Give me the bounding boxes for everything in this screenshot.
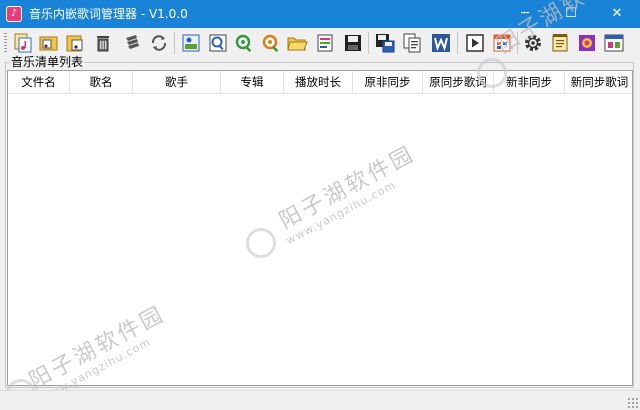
list-header: 文件名 歌名 歌手 专辑 播放时长 原非同步 原同步歌词 新非同步 新同步歌词 <box>8 71 632 94</box>
notes-button[interactable] <box>549 32 571 54</box>
resize-grip-icon[interactable] <box>627 397 638 408</box>
about-button[interactable] <box>603 32 625 54</box>
folder-open-icon <box>287 37 308 51</box>
save-button[interactable] <box>342 32 364 54</box>
window-title: 音乐内嵌歌词管理器 - V1.0.0 <box>29 7 188 21</box>
add-files-button[interactable] <box>12 32 34 54</box>
word-icon <box>432 34 450 52</box>
search-green-icon <box>235 34 252 53</box>
word-export-button[interactable] <box>430 32 452 54</box>
floppy-icon <box>345 35 361 51</box>
music-file-add-icon <box>14 33 32 53</box>
settings-button[interactable] <box>522 32 544 54</box>
music-list-view[interactable]: 文件名 歌名 歌手 专辑 播放时长 原非同步 原同步歌词 新非同步 新同步歌词 <box>7 70 633 386</box>
column-header-duration[interactable]: 播放时长 <box>284 71 353 93</box>
search-green-button[interactable] <box>233 32 255 54</box>
toolbar <box>0 28 640 58</box>
add-folder-button[interactable] <box>38 32 60 54</box>
column-header-album[interactable]: 专辑 <box>221 71 284 93</box>
toolbar-separator <box>174 32 175 54</box>
delete-button[interactable] <box>92 32 114 54</box>
status-bar <box>0 390 640 410</box>
app-music-icon: ♪ <box>6 6 22 22</box>
lyrics-button[interactable] <box>314 32 336 54</box>
toolbar-separator <box>517 32 518 54</box>
image-button[interactable] <box>576 32 598 54</box>
minimize-button[interactable]: ─ <box>502 0 548 28</box>
group-label: 音乐清单列表 <box>10 55 85 69</box>
copy-button[interactable] <box>401 32 423 54</box>
clear-button[interactable] <box>121 32 143 54</box>
trash-icon <box>97 36 109 52</box>
magnifier-icon <box>209 34 227 52</box>
gear-icon <box>525 35 541 51</box>
save-as-button[interactable] <box>374 32 396 54</box>
tag-edit-icon <box>182 34 200 52</box>
close-button[interactable]: ✕ <box>594 0 640 28</box>
sync-icon <box>493 34 511 52</box>
column-header-song[interactable]: 歌名 <box>70 71 133 93</box>
broom-icon <box>126 35 139 49</box>
notepad-icon <box>552 34 568 52</box>
lyrics-doc-icon <box>317 34 333 52</box>
column-header-new-synced[interactable]: 新同步歌词 <box>565 71 632 93</box>
refresh-icon <box>151 35 167 51</box>
import-icon <box>66 35 83 52</box>
about-icon <box>604 34 624 52</box>
import-button[interactable] <box>64 32 86 54</box>
copy-icon <box>403 33 421 53</box>
watermark-logo <box>477 58 507 88</box>
maximize-button[interactable]: ☐ <box>548 0 594 28</box>
image-icon <box>579 35 595 51</box>
sync-button[interactable] <box>491 32 513 54</box>
folder-add-icon <box>39 36 58 51</box>
search-orange-icon <box>262 34 279 53</box>
watermark-logo <box>246 228 276 258</box>
play-icon <box>466 34 484 52</box>
column-header-orig-unsynced[interactable]: 原非同步 <box>353 71 423 93</box>
toolbar-separator <box>368 32 369 54</box>
floppy-multi-icon <box>376 34 395 53</box>
search-orange-button[interactable] <box>260 32 282 54</box>
edit-tags-button[interactable] <box>180 32 202 54</box>
toolbar-separator <box>457 32 458 54</box>
play-button[interactable] <box>464 32 486 54</box>
title-bar: ♪ 音乐内嵌歌词管理器 - V1.0.0 ─ ☐ ✕ <box>0 0 640 28</box>
refresh-button[interactable] <box>148 32 170 54</box>
search-button[interactable] <box>207 32 229 54</box>
column-header-artist[interactable]: 歌手 <box>133 71 221 93</box>
toolbar-grip[interactable] <box>4 33 7 53</box>
open-folder-button[interactable] <box>286 32 308 54</box>
column-header-filename[interactable]: 文件名 <box>8 71 70 93</box>
